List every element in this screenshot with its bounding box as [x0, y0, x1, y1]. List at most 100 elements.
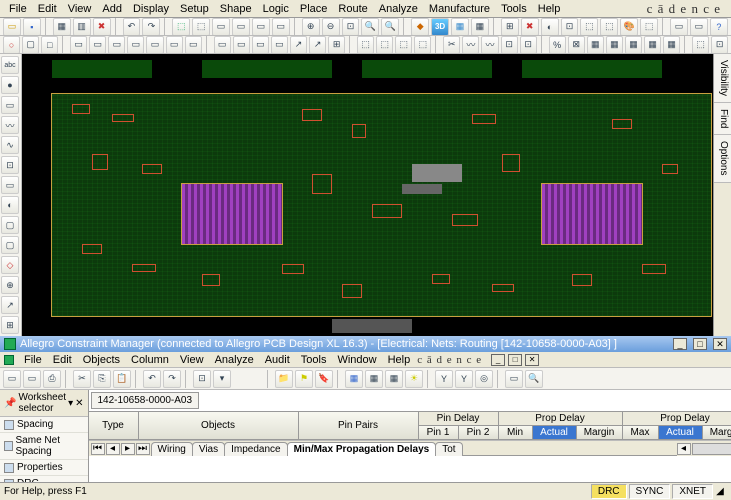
tool-icon[interactable]: ▦: [625, 36, 642, 54]
cm-child-close[interactable]: _: [491, 354, 505, 366]
tool-icon[interactable]: ▢: [22, 36, 39, 54]
tool-icon[interactable]: ⬚: [640, 18, 658, 36]
tool-icon[interactable]: ↗: [1, 296, 19, 314]
ws-dropdown-icon[interactable]: ▾: [68, 398, 73, 409]
col-pinpairs[interactable]: Pin Pairs: [299, 412, 419, 440]
tab-find[interactable]: Find: [714, 103, 731, 135]
cm-child-close[interactable]: ✕: [525, 354, 539, 366]
status-sync[interactable]: SYNC: [629, 484, 671, 499]
cm-child-close[interactable]: □: [508, 354, 522, 366]
cm-menu-analyze[interactable]: Analyze: [210, 353, 259, 367]
status-drc[interactable]: DRC: [591, 484, 627, 499]
col-min[interactable]: Min: [499, 426, 533, 440]
tool-icon[interactable]: ✖: [93, 18, 111, 36]
tool-icon[interactable]: ⊠: [568, 36, 585, 54]
pcb-canvas[interactable]: [22, 54, 731, 336]
ws-item-properties[interactable]: Properties: [0, 460, 88, 476]
tool-icon[interactable]: ⬚: [692, 36, 709, 54]
tool-icon[interactable]: ⬚: [600, 18, 618, 36]
tool-icon[interactable]: ▭: [70, 36, 87, 54]
tool-icon[interactable]: ▭: [690, 18, 708, 36]
tool-icon[interactable]: ◇: [1, 256, 19, 274]
tool-icon[interactable]: ⊡: [501, 36, 518, 54]
tool-icon[interactable]: ▢: [1, 236, 19, 254]
tool-icon[interactable]: ↗: [309, 36, 326, 54]
zoom-fit-icon[interactable]: ⊡: [342, 18, 360, 36]
tool-icon[interactable]: ∿: [1, 136, 19, 154]
tool-icon[interactable]: 〰: [481, 36, 498, 54]
tool-icon[interactable]: ⊡: [1, 156, 19, 174]
tab-nav-first[interactable]: ⏮: [91, 443, 105, 455]
filter-icon[interactable]: Y: [455, 370, 473, 388]
save-icon[interactable]: ▪: [23, 18, 41, 36]
cut-icon[interactable]: ✂: [443, 36, 460, 54]
hscroll-left[interactable]: ◂: [677, 443, 691, 455]
abc-icon[interactable]: abc: [1, 56, 19, 74]
zoom-icon[interactable]: 🔍: [361, 18, 379, 36]
tool-icon[interactable]: ⬚: [395, 36, 412, 54]
tool-icon[interactable]: ↗: [290, 36, 307, 54]
save-icon[interactable]: ▭: [23, 370, 41, 388]
tool-icon[interactable]: ⊡: [193, 370, 211, 388]
menu-file[interactable]: File: [4, 2, 32, 16]
tool-icon[interactable]: ▦: [365, 370, 383, 388]
tool-icon[interactable]: ⊕: [1, 276, 19, 294]
tab-nav-last[interactable]: ⏭: [136, 443, 150, 455]
menu-help[interactable]: Help: [533, 2, 566, 16]
tab-vias[interactable]: Vias: [192, 442, 225, 456]
cm-doc-label[interactable]: 142-10658-0000-A03: [91, 392, 200, 409]
ws-item-spacing[interactable]: Spacing: [0, 417, 88, 433]
tool-icon[interactable]: ▭: [233, 36, 250, 54]
folder-icon[interactable]: 📁: [275, 370, 293, 388]
tool-icon[interactable]: ○: [3, 36, 20, 54]
tool-icon[interactable]: ▭: [146, 36, 163, 54]
menu-logic[interactable]: Logic: [258, 2, 294, 16]
tool-icon[interactable]: ▥: [73, 18, 91, 36]
tool-icon[interactable]: ✖: [521, 18, 539, 36]
tool-icon[interactable]: ▦: [53, 18, 71, 36]
open-icon[interactable]: ▭: [3, 18, 21, 36]
cm-menu-help[interactable]: Help: [383, 353, 416, 367]
help-icon[interactable]: ?: [710, 18, 728, 36]
tab-propagation[interactable]: Min/Max Propagation Delays: [287, 442, 437, 456]
tab-visibility[interactable]: Visibility: [714, 54, 731, 103]
tool-icon[interactable]: ▭: [1, 96, 19, 114]
col-actual2[interactable]: Actual: [659, 426, 703, 440]
tool-icon[interactable]: ▭: [214, 36, 231, 54]
close-button[interactable]: ✕: [713, 338, 727, 350]
cm-menu-window[interactable]: Window: [332, 353, 381, 367]
filter-icon[interactable]: Y: [435, 370, 453, 388]
tool-icon[interactable]: ▦: [471, 18, 489, 36]
cm-menu-edit[interactable]: Edit: [48, 353, 77, 367]
tool-icon[interactable]: ▭: [185, 36, 202, 54]
tool-icon[interactable]: %: [549, 36, 566, 54]
col-pin2[interactable]: Pin 2: [459, 426, 499, 440]
tool-icon[interactable]: ▭: [272, 18, 290, 36]
tab-wiring[interactable]: Wiring: [151, 442, 193, 456]
tab-nav-prev[interactable]: ◂: [106, 443, 120, 455]
tool-icon[interactable]: ◆: [411, 18, 429, 36]
tool-icon[interactable]: ⊞: [501, 18, 519, 36]
sun-icon[interactable]: ☀: [405, 370, 423, 388]
zoom-in-icon[interactable]: ⊕: [302, 18, 320, 36]
cm-menu-audit[interactable]: Audit: [260, 353, 295, 367]
tool-icon[interactable]: ⬚: [580, 18, 598, 36]
menu-tools[interactable]: Tools: [496, 2, 532, 16]
tool-icon[interactable]: ▭: [1, 176, 19, 194]
col-margin[interactable]: Margin: [577, 426, 623, 440]
tool-icon[interactable]: ▭: [232, 18, 250, 36]
cm-menu-file[interactable]: File: [19, 353, 47, 367]
tool-icon[interactable]: ▭: [252, 18, 270, 36]
tool-icon[interactable]: ▦: [451, 18, 469, 36]
print-icon[interactable]: ⎙: [43, 370, 61, 388]
tool-icon[interactable]: ▦: [385, 370, 403, 388]
col-pin1[interactable]: Pin 1: [419, 426, 459, 440]
tool-icon[interactable]: ▭: [127, 36, 144, 54]
tool-icon[interactable]: ▭: [505, 370, 523, 388]
paste-icon[interactable]: 📋: [113, 370, 131, 388]
tool-icon[interactable]: ▦: [606, 36, 623, 54]
tool-icon[interactable]: ▭: [166, 36, 183, 54]
tool-icon[interactable]: ⬚: [376, 36, 393, 54]
tool-icon[interactable]: □: [41, 36, 58, 54]
cm-menu-column[interactable]: Column: [126, 353, 174, 367]
